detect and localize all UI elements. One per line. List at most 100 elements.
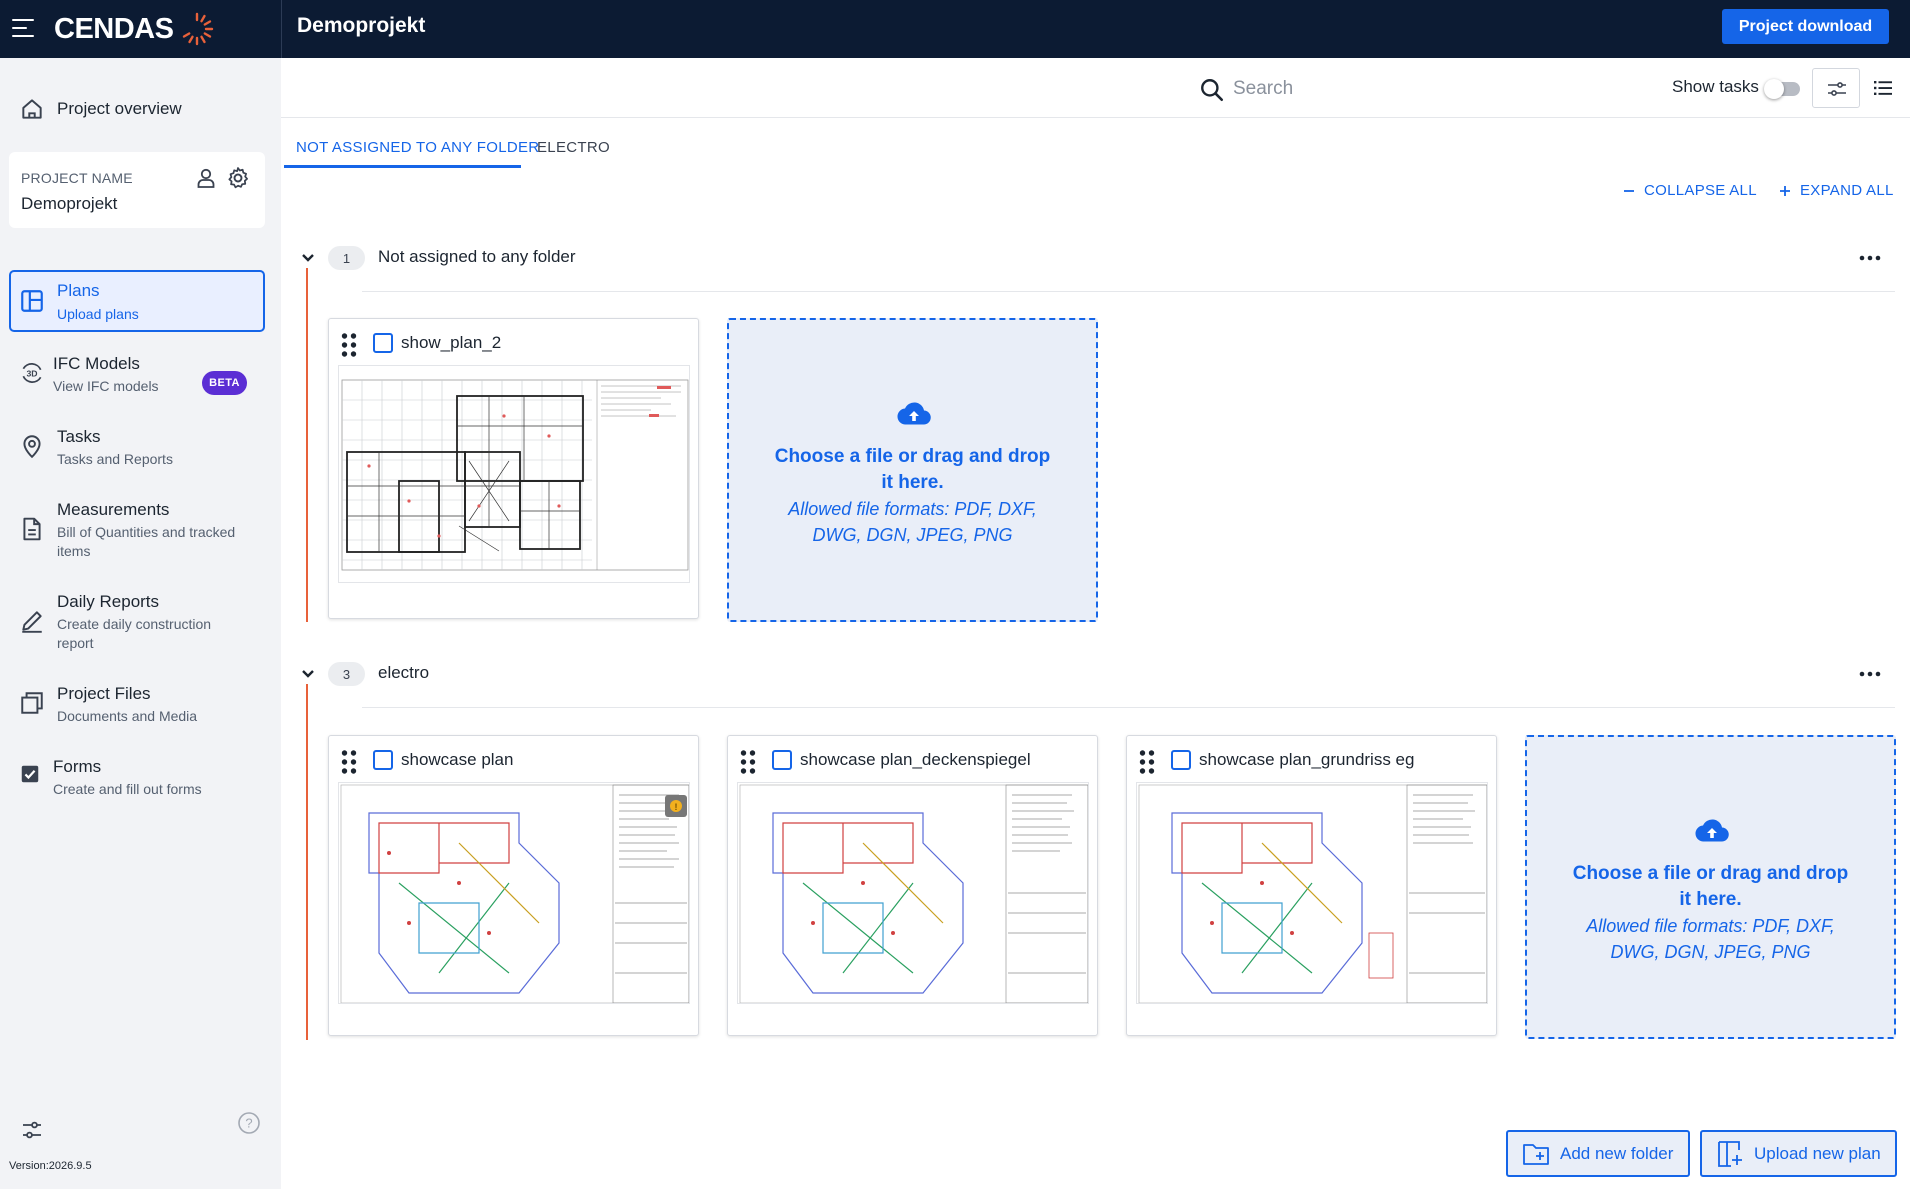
drag-handle-icon[interactable]	[340, 748, 358, 776]
file-dropzone[interactable]: Choose a file or drag and drop it here. …	[727, 318, 1098, 622]
user-icon[interactable]	[194, 166, 218, 190]
plus-icon	[1780, 185, 1790, 196]
folder-name: electro	[378, 663, 430, 682]
floor-plan-image	[341, 379, 689, 571]
sidebar-item-sub: Create daily construction report	[57, 616, 212, 651]
plan-checkbox[interactable]	[772, 750, 792, 770]
settings-sliders-icon[interactable]	[20, 1118, 44, 1142]
chevron-down-icon[interactable]	[296, 662, 320, 686]
plan-thumbnail	[338, 365, 690, 583]
toolbar-divider	[281, 117, 1910, 118]
filter-button[interactable]	[1812, 68, 1860, 108]
document-icon	[23, 517, 41, 541]
add-new-folder-button[interactable]: Add new folder	[1506, 1130, 1690, 1177]
sidebar-item-sub: Documents and Media	[57, 708, 198, 724]
folder-name: Not assigned to any folder	[378, 247, 576, 266]
beta-badge: BETA	[202, 371, 247, 395]
plan-name: show_plan_2	[401, 333, 502, 352]
tab-not-assigned[interactable]: NOT ASSIGNED TO ANY FOLDER	[296, 139, 539, 156]
drag-handle-icon[interactable]	[340, 331, 358, 359]
add-new-folder-label: Add new folder	[1560, 1143, 1674, 1163]
gear-icon[interactable]	[225, 165, 251, 191]
logo-burst-icon	[183, 12, 214, 46]
tab-electro[interactable]: ELECTRO	[537, 139, 610, 156]
sidebar-item-label: IFC Models	[53, 354, 140, 373]
more-options-icon[interactable]	[1856, 662, 1884, 686]
project-card: PROJECT NAME Demoprojekt	[9, 152, 265, 228]
topbar-divider	[281, 0, 282, 58]
upload-plan-icon	[1718, 1140, 1742, 1167]
plan-thumbnail	[737, 782, 1089, 1004]
sidebar-item-label: Forms	[53, 757, 102, 776]
expand-all-button[interactable]: EXPAND ALL	[1779, 182, 1894, 199]
plans-icon	[21, 290, 43, 312]
dropzone-formats: Allowed file formats: PDF, DXF, DWG, DGN…	[1586, 916, 1835, 962]
help-icon[interactable]: ?	[237, 1111, 261, 1135]
svg-text:!: !	[675, 802, 678, 812]
plan-card[interactable]: showcase plan !	[328, 735, 699, 1036]
sidebar-item-tasks[interactable]: Tasks Tasks and Reports	[9, 423, 265, 473]
electrical-plan-image: !	[340, 784, 689, 1003]
sidebar-item-label: Plans	[57, 281, 100, 300]
folder-header-not-assigned: 1 Not assigned to any folder	[296, 238, 1896, 278]
electrical-plan-image	[739, 784, 1088, 1003]
show-tasks-toggle[interactable]	[1764, 79, 1800, 99]
sidebar-item-label: Measurements	[57, 500, 170, 519]
plan-name: showcase plan_grundriss eg	[1199, 750, 1415, 769]
checkbox-icon	[21, 765, 39, 783]
folder-accent-line	[306, 684, 308, 1040]
plan-card[interactable]: show_plan_2	[328, 318, 699, 619]
dropzone-title: Choose a file or drag and drop it here.	[1572, 863, 1849, 910]
plan-checkbox[interactable]	[373, 333, 393, 353]
expand-all-label: EXPAND ALL	[1800, 182, 1894, 199]
sidebar-item-project-overview[interactable]: Project overview	[9, 94, 265, 134]
more-options-icon[interactable]	[1856, 246, 1884, 270]
sidebar-item-measurements[interactable]: Measurements Bill of Quantities and trac…	[9, 496, 265, 566]
upload-cloud-icon	[897, 402, 931, 425]
sidebar-item-plans[interactable]: Plans Upload plans	[9, 270, 265, 332]
upload-new-plan-button[interactable]: Upload new plan	[1700, 1130, 1897, 1177]
plan-name: showcase plan	[401, 750, 514, 769]
project-download-button[interactable]: Project download	[1722, 9, 1889, 44]
plan-thumbnail: !	[338, 782, 690, 1004]
list-view-icon[interactable]	[1871, 76, 1895, 100]
sidebar-item-sub: Create and fill out forms	[53, 781, 202, 797]
upload-cloud-icon	[1695, 819, 1729, 842]
file-dropzone[interactable]: Choose a file or drag and drop it here. …	[1525, 735, 1896, 1039]
drag-handle-icon[interactable]	[739, 748, 757, 776]
search-icon	[1201, 79, 1224, 102]
folder-plan-count: 1	[328, 246, 365, 270]
project-name-label: PROJECT NAME	[21, 170, 133, 186]
search-input[interactable]	[1233, 73, 1433, 105]
folder-accent-line	[306, 268, 308, 622]
drag-handle-icon[interactable]	[1138, 748, 1156, 776]
files-icon	[21, 692, 43, 714]
collapse-all-button[interactable]: COLLAPSE ALL	[1623, 182, 1757, 199]
sidebar-item-sub: View IFC models	[53, 378, 159, 394]
chevron-down-icon[interactable]	[296, 246, 320, 270]
sidebar-item-forms[interactable]: Forms Create and fill out forms	[9, 753, 265, 803]
svg-text:3D: 3D	[26, 368, 37, 378]
plan-checkbox[interactable]	[373, 750, 393, 770]
sidebar-item-daily-reports[interactable]: Daily Reports Create daily construction …	[9, 588, 265, 658]
cendas-logo[interactable]: CENDAS	[54, 9, 215, 49]
3d-icon: 3D	[22, 363, 42, 383]
show-tasks-label: Show tasks	[1672, 77, 1759, 96]
plan-name: showcase plan_deckenspiegel	[800, 750, 1031, 769]
hamburger-menu-icon[interactable]	[12, 15, 38, 41]
plan-checkbox[interactable]	[1171, 750, 1191, 770]
plan-card[interactable]: showcase plan_deckenspiegel	[727, 735, 1098, 1036]
version-text: Version:2026.9.5	[9, 1160, 92, 1172]
sidebar-item-sub: Tasks and Reports	[57, 451, 173, 467]
sidebar-item-sub: Bill of Quantities and tracked items	[57, 524, 236, 559]
plan-thumbnail	[1136, 782, 1488, 1004]
sidebar-item-project-files[interactable]: Project Files Documents and Media	[9, 680, 265, 730]
sidebar-item-label: Tasks	[57, 427, 101, 446]
plan-card[interactable]: showcase plan_grundriss eg	[1126, 735, 1497, 1036]
svg-text:?: ?	[245, 1116, 252, 1131]
active-tab-indicator	[284, 165, 521, 168]
sidebar-item-label: Project Files	[57, 684, 151, 703]
folder-header-electro: 3 electro	[296, 654, 1896, 694]
logo-text: CENDAS	[54, 12, 174, 45]
electrical-plan-image	[1138, 784, 1487, 1003]
